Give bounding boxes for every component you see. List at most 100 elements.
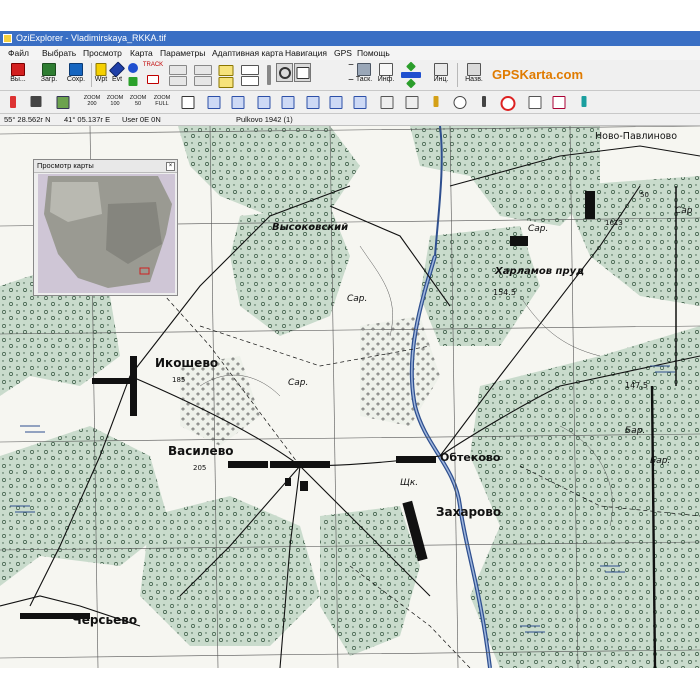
datum-readout: Pulkovo 1942 (1) (236, 115, 293, 124)
app-icon (3, 34, 12, 43)
map-elevation-label: 1613 (605, 219, 623, 227)
route-icon (169, 65, 187, 75)
gps-6-button[interactable] (328, 94, 344, 110)
menu-view[interactable]: Просмотр (83, 46, 122, 60)
move-button[interactable] (399, 61, 423, 89)
map-label-visokovsky: Высоковский (272, 222, 349, 233)
map-label-novo-pavlino: Ново-Павлиново (595, 131, 678, 142)
save-icon (69, 63, 83, 76)
task-button[interactable]: Таск. (354, 60, 374, 90)
gpskarta-logo: GPSKarta.com (492, 67, 584, 82)
save-button[interactable]: Сохр. (63, 60, 89, 90)
zoom-full-button[interactable]: ZOOM FULL (151, 94, 173, 110)
mm-button[interactable] (403, 94, 421, 110)
image-button[interactable] (527, 94, 543, 110)
map-preview-panel[interactable]: Просмотр карты × (33, 159, 178, 296)
map-label-sar: Сар (675, 206, 693, 216)
compass-button[interactable] (452, 94, 468, 110)
gps-4-button[interactable] (280, 94, 296, 110)
grid-toggle-button[interactable] (180, 94, 196, 110)
anchor-button[interactable] (476, 94, 492, 110)
marker-button[interactable] (125, 60, 140, 90)
route-button[interactable] (167, 62, 189, 88)
cursor-tool-button[interactable] (28, 94, 44, 110)
arrow-icon (10, 96, 16, 108)
scroll-button[interactable] (264, 62, 274, 88)
map-preview-title: Просмотр карты (34, 160, 177, 173)
signal-button[interactable] (576, 94, 592, 110)
map-elevation-label: 147,5 (625, 381, 648, 390)
map-elevation-label: 50 (640, 191, 649, 199)
map-elevation-label: 205 (193, 464, 207, 472)
info-button[interactable]: Инф. (375, 60, 397, 90)
map-label-obtekovo: Обтеково (440, 451, 501, 464)
map-overview-thumbnail[interactable] (38, 174, 175, 293)
exit-button[interactable]: Вы... (4, 60, 32, 90)
zoom-in-button[interactable] (347, 62, 354, 86)
event-button[interactable]: Evt (108, 60, 126, 90)
plus-icon (348, 64, 353, 65)
picture-icon (56, 96, 70, 109)
menu-map[interactable]: Карта (130, 46, 153, 60)
menu-file[interactable]: Файл (8, 46, 29, 60)
menu-select[interactable]: Выбрать (42, 46, 76, 60)
map-label-chersevo: Черсьево (72, 613, 138, 627)
pen-icon (433, 96, 439, 107)
zoom-100-button[interactable]: ZOOM 100 (105, 94, 125, 110)
cursor-icon (30, 96, 42, 107)
move-horizontal-icon (401, 72, 421, 78)
hide-icon (194, 65, 212, 75)
zoom-50-button[interactable]: ZOOM 50 (128, 94, 148, 110)
track-icon (147, 75, 159, 84)
anchor-icon (482, 96, 486, 107)
load-button[interactable]: Загр. (36, 60, 62, 90)
lifebuoy-icon (500, 96, 516, 111)
track-button[interactable]: TRACK (141, 60, 165, 90)
arrow-tool-button[interactable] (5, 94, 21, 110)
gps-2-button[interactable] (230, 94, 246, 110)
gps-7-button[interactable] (352, 94, 368, 110)
map-label-shk: Щк. (400, 478, 419, 488)
gps-icon (353, 96, 367, 109)
map-window-button[interactable] (294, 63, 311, 82)
grid-toggle-icon (181, 96, 195, 109)
zoom-200-button[interactable]: ZOOM 200 (82, 94, 102, 110)
layers-button[interactable] (238, 62, 262, 88)
profile-icon (552, 96, 566, 109)
map-label-bar: Бар. (625, 426, 646, 436)
nmea-button[interactable] (378, 94, 396, 110)
inc-button[interactable]: Инц. (428, 60, 454, 90)
grid-icon (218, 65, 234, 76)
route-edit-icon (169, 76, 187, 86)
info-icon (379, 63, 393, 76)
menu-help[interactable]: Помощь (357, 46, 390, 60)
name-button[interactable]: Назв. (460, 60, 488, 90)
waypoint-icon (95, 63, 107, 76)
grid-button[interactable] (217, 62, 235, 88)
gps-5-button[interactable] (305, 94, 321, 110)
lifebuoy-button[interactable] (500, 94, 516, 111)
show-button[interactable] (192, 62, 214, 88)
map-label-bar: Бар. (650, 456, 671, 466)
waypoint-button[interactable]: Wpt (93, 60, 109, 90)
gps-icon (207, 96, 221, 109)
load-icon (42, 63, 56, 76)
gps-1-button[interactable] (206, 94, 222, 110)
profile-button[interactable] (551, 94, 567, 110)
gps-icon (329, 96, 343, 109)
menu-gps[interactable]: GPS (334, 46, 352, 60)
ozi-explorer-window: OziExplorer - Vladimirskaya_RKKA.tif Фай… (0, 31, 700, 668)
secondary-toolbar: ZOOM 200 ZOOM 100 ZOOM 50 ZOOM FULL (0, 91, 700, 114)
layer-icon (241, 65, 259, 75)
picture-button[interactable] (55, 94, 71, 110)
pen-button[interactable] (428, 94, 444, 110)
menu-adaptive-map[interactable]: Адаптивная карта (212, 46, 283, 60)
scroll-icon (267, 65, 271, 85)
gps-3-button[interactable] (256, 94, 272, 110)
latitude-readout: 55° 28.562г N (4, 115, 51, 124)
magnify-button[interactable] (276, 63, 293, 82)
close-icon[interactable]: × (166, 162, 175, 171)
menu-parameters[interactable]: Параметры (160, 46, 205, 60)
map-label-kharlamov-pond: Харламов пруд (495, 266, 585, 277)
menu-navigation[interactable]: Навигация (285, 46, 327, 60)
